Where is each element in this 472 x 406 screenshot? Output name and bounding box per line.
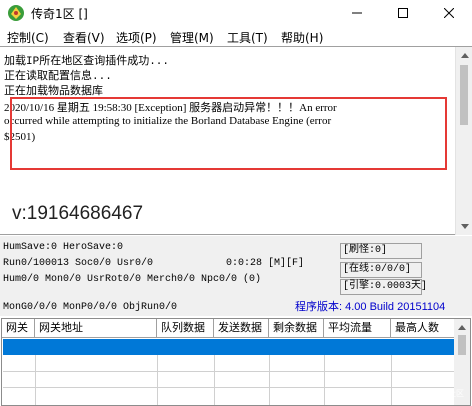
log-line: 正在读取配置信息... [4,71,112,83]
version-label: 程序版本: 4.00 Build 20151104 [295,301,446,313]
online-box: [在线:0/0/0] [340,262,422,278]
status-hum: Hum0/0 Mon0/0 UsrRot0/0 Merch0/0 Npc0/0 … [3,274,262,285]
log-line: 正在加载物品数据库 [4,86,103,98]
minimize-button[interactable] [334,0,380,26]
menu-tools[interactable]: 工具(T) [227,29,268,46]
column-header-sent[interactable]: 发送数据 [214,319,269,338]
grid-divider [157,355,158,405]
column-header-queue[interactable]: 队列数据 [157,319,214,338]
table-scroll-up-arrow[interactable] [454,319,470,336]
maximize-icon [398,8,408,18]
grid-divider [324,355,325,405]
error-highlight-box [10,97,447,170]
column-header-gate[interactable]: 网关 [2,319,35,338]
grid-row-line [3,387,455,388]
chevron-up-icon [460,53,469,58]
status-run: Run0/100013 Soc0/0 Usr0/0 [3,258,154,269]
menu-control[interactable]: 控制(C) [7,29,49,46]
window-title: 传奇1区 [] [31,7,88,21]
grid-divider [214,355,215,405]
app-icon [8,5,24,21]
status-save: HumSave:0 HeroSave:0 [3,242,124,253]
refresh-monster-box: [刷怪:0] [340,243,422,259]
menu-options[interactable]: 选项(P) [116,29,157,46]
menu-manage[interactable]: 管理(M) [170,29,214,46]
log-line: 加载IP所在地区查询插件成功... [4,56,170,68]
grid-divider [269,355,270,405]
grid-divider [35,355,36,405]
chevron-up-icon [458,325,466,330]
minimize-icon [352,12,362,14]
overlay-text: v:19164686467 [12,203,144,224]
chevron-down-icon [460,224,469,229]
scroll-thumb[interactable] [460,65,468,125]
column-header-max-users[interactable]: 最高人数 [391,319,455,338]
selected-row[interactable] [3,339,455,355]
log-output[interactable]: 加载IP所在地区查询插件成功... 正在读取配置信息... 正在加载物品数据库 … [0,46,472,235]
status-time: 0:0:28 [M][F] [226,258,305,269]
scroll-down-arrow[interactable] [456,218,472,235]
engine-box: [引擎:0.0003天] [340,279,427,295]
menu-help[interactable]: 帮助(H) [281,29,323,46]
column-header-avg-traffic[interactable]: 平均流量 [324,319,391,338]
log-scrollbar[interactable] [455,47,472,235]
menu-view[interactable]: 查看(V) [63,29,105,46]
source-credit: @稀土掘金技术社区 [392,389,464,398]
scroll-up-arrow[interactable] [456,47,472,64]
column-header-address[interactable]: 网关地址 [35,319,157,338]
close-button[interactable] [426,0,472,26]
status-mon: MonG0/0/0 MonP0/0/0 ObjRun0/0 [3,302,178,313]
maximize-button[interactable] [380,0,426,26]
column-header-remaining[interactable]: 剩余数据 [269,319,324,338]
status-panel: HumSave:0 HeroSave:0 Run0/100013 Soc0/0 … [0,236,472,316]
close-icon [444,8,454,18]
grid-row-line [3,371,455,372]
title-bar: 传奇1区 [] [0,0,472,26]
menu-bar: 控制(C) 查看(V) 选项(P) 管理(M) 工具(T) 帮助(H) [0,26,472,46]
table-scroll-thumb[interactable] [458,335,466,355]
